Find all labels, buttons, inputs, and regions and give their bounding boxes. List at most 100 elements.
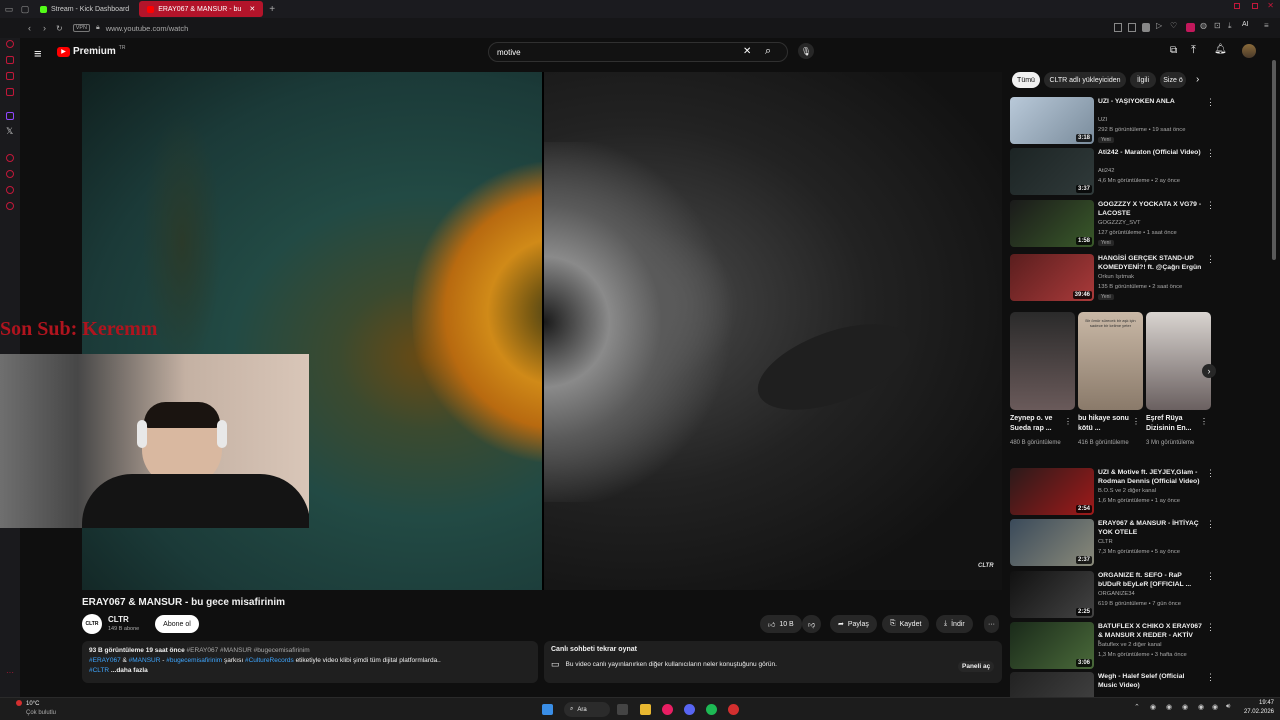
search-box[interactable]: motive ✕ ⌕ <box>488 42 788 62</box>
recommendation-title[interactable]: UZI & Motive ft. JEYJEY,Glam - Rodman De… <box>1098 468 1202 486</box>
short-more-icon[interactable]: ⋮ <box>1132 417 1140 426</box>
task-view-icon[interactable] <box>617 704 628 715</box>
windows-start-icon[interactable] <box>542 704 553 715</box>
whatsapp-sidebar-icon[interactable] <box>6 88 14 96</box>
video-thumbnail[interactable]: 3:06 <box>1010 622 1094 669</box>
recommendation-channel[interactable]: UZI <box>1098 117 1107 123</box>
more-options-icon[interactable]: ⋮ <box>1206 97 1215 108</box>
twitch-sidebar-icon[interactable] <box>6 112 14 120</box>
recommendation-channel[interactable]: Orkun Işıtmak <box>1098 274 1134 280</box>
short-thumbnail[interactable]: Bir ömür sürecek bir aşk için sadece bir… <box>1078 312 1143 410</box>
hashtag-link[interactable]: #MANSUR <box>129 657 161 664</box>
clock-date[interactable]: 27.02.2026 <box>1240 709 1274 715</box>
recommendation-title[interactable]: BATUFLEX X CHIKO X ERAY067 & MANSUR X RE… <box>1098 622 1202 642</box>
video-thumbnail[interactable]: 3:18 <box>1010 97 1094 144</box>
tab-close-icon[interactable]: ✕ <box>249 5 255 13</box>
subscribe-button[interactable]: Abone ol <box>155 615 199 633</box>
history-sidebar-icon[interactable] <box>6 154 14 162</box>
channel-avatar[interactable]: CLTR <box>82 614 102 634</box>
youtube-logo[interactable]: ▶ Premium TR <box>57 45 125 57</box>
recommendation-item[interactable]: 3:06 BATUFLEX X CHIKO X ERAY067 & MANSUR … <box>1010 622 1215 670</box>
recommendation-title[interactable]: ERAY067 & MANSUR - İHTİYAÇ YOK OTELE <box>1098 519 1202 537</box>
more-options-icon[interactable]: ⋮ <box>1206 571 1215 582</box>
recommendation-item[interactable]: 3:18 UZI - YAŞIYOKEN ANLA UZI 292 B görüntü… <box>1010 97 1215 145</box>
recommendation-item[interactable]: 3:37 Ati242 - Maraton (Official Video) Ati… <box>1010 148 1215 196</box>
speaker-icon[interactable]: 🔊︎ <box>1226 703 1230 711</box>
more-options-icon[interactable]: ⋮ <box>1206 622 1215 633</box>
search-input[interactable]: motive <box>497 48 521 57</box>
opera-icon[interactable] <box>6 40 14 48</box>
vpn-badge[interactable]: VPN <box>72 24 91 32</box>
clock-sidebar-icon[interactable] <box>6 170 14 178</box>
clock-time[interactable]: 19:47 <box>1240 700 1274 706</box>
recommendation-title[interactable]: Wegh - Halef Selef (Official Music Video… <box>1098 672 1202 690</box>
messenger-icon[interactable]: ◍ <box>1200 21 1207 30</box>
recommendation-item[interactable]: 1:58 GOGZZZY X YOCKATA X VG79 - LACOSTE GO… <box>1010 200 1215 248</box>
clear-search-icon[interactable]: ✕ <box>743 46 751 57</box>
back-icon[interactable]: ‹ <box>28 23 31 33</box>
recommendation-channel[interactable]: CLTR <box>1098 539 1113 545</box>
recommendation-title[interactable]: UZI - YAŞIYOKEN ANLA <box>1098 97 1202 106</box>
cast-icon[interactable]: ⧉ <box>1170 45 1177 56</box>
dislike-button[interactable]: 👎︎ <box>802 615 822 633</box>
tray-app-icon[interactable]: ◉ <box>1212 703 1218 711</box>
channel-name[interactable]: CLTR <box>108 615 129 624</box>
spotify-taskbar-icon[interactable] <box>706 704 717 715</box>
discord-taskbar-icon[interactable] <box>684 704 695 715</box>
video-thumbnail[interactable]: 2:25 <box>1010 571 1094 618</box>
extension-icon[interactable] <box>1114 23 1122 32</box>
hamburger-menu-icon[interactable]: ≡ <box>34 46 42 61</box>
short-more-icon[interactable]: ⋮ <box>1200 417 1208 426</box>
account-avatar[interactable] <box>1242 44 1256 58</box>
x-sidebar-icon[interactable]: 𝕏 <box>6 126 13 137</box>
upload-icon[interactable]: ⤒ <box>1191 44 1196 57</box>
hashtag-link[interactable]: #CLTR <box>89 667 109 674</box>
short-title[interactable]: Zeynep o. ve Sueda rap ... <box>1010 414 1066 434</box>
share-button[interactable]: ➦ Paylaş <box>830 615 877 633</box>
recommendation-title[interactable]: HANGİSİ GERÇEK STAND-UP KOMEDYENİ?! ft. … <box>1098 254 1202 272</box>
tray-app-icon[interactable]: ◉ <box>1198 703 1204 711</box>
tray-chevron-icon[interactable]: ⌃ <box>1134 703 1140 711</box>
reload-icon[interactable]: ↻ <box>56 24 63 33</box>
tab-kick-dashboard[interactable]: Stream - Kick Dashboard <box>32 1 137 17</box>
short-thumbnail[interactable] <box>1010 312 1075 410</box>
recommendation-channel[interactable]: Ati242 <box>1098 168 1114 174</box>
video-thumbnail[interactable]: 2:54 <box>1010 468 1094 515</box>
menu-icon[interactable]: ≡ <box>1264 21 1269 30</box>
more-options-icon[interactable]: ⋮ <box>1206 254 1215 265</box>
open-panel-button[interactable]: Paneli aç <box>958 661 995 672</box>
more-options-icon[interactable]: ⋮ <box>1206 519 1215 530</box>
download-icon[interactable]: ⤓ <box>1228 21 1232 31</box>
tray-app-icon[interactable]: ◉ <box>1150 703 1156 711</box>
more-actions-button[interactable]: ··· <box>984 615 999 633</box>
aria-icon[interactable] <box>1186 23 1195 32</box>
url-field[interactable]: www.youtube.com/watch <box>106 24 189 33</box>
forward-icon[interactable]: › <box>43 23 46 33</box>
weather-temp[interactable]: 10°C <box>26 701 39 707</box>
chips-next-icon[interactable]: › <box>1196 74 1199 85</box>
extensions-sidebar-icon[interactable] <box>6 186 14 194</box>
more-options-icon[interactable]: ⋮ <box>1206 200 1215 211</box>
show-more-link[interactable]: ...daha fazla <box>109 667 148 674</box>
ai-button[interactable]: AI <box>1242 21 1249 28</box>
short-title[interactable]: bu hikaye sonu kötü ... <box>1078 414 1134 434</box>
minimize-icon[interactable] <box>1234 3 1240 9</box>
new-tab-icon[interactable]: + <box>269 4 275 15</box>
recommendation-channel[interactable]: GOGZZZY_SVT <box>1098 220 1141 226</box>
close-window-icon[interactable]: ✕ <box>1267 1 1274 10</box>
aria-sidebar-icon[interactable] <box>6 56 14 64</box>
save-button[interactable]: ⎘ Kaydet <box>882 615 930 633</box>
opera-gx-taskbar-icon[interactable] <box>662 704 673 715</box>
recommendation-item[interactable]: 39:46 HANGİSİ GERÇEK STAND-UP KOMEDYENİ?!… <box>1010 254 1215 302</box>
voice-search-icon[interactable]: 🎙︎ <box>798 43 814 59</box>
recommendation-channel[interactable]: B.O.S ve 2 diğer kanal <box>1098 488 1156 494</box>
more-options-icon[interactable]: ⋮ <box>1206 148 1215 159</box>
tray-app-icon[interactable]: ◉ <box>1166 703 1172 711</box>
taskbar-search[interactable]: ⌕ Ara <box>564 702 610 717</box>
video-thumbnail[interactable]: 1:58 <box>1010 200 1094 247</box>
heart-icon[interactable]: ♡ <box>1170 21 1177 30</box>
more-options-icon[interactable]: ⋮ <box>1206 468 1215 479</box>
recommendation-item[interactable]: 2:54 UZI & Motive ft. JEYJEY,Glam - Rodma… <box>1010 468 1215 516</box>
short-more-icon[interactable]: ⋮ <box>1064 417 1072 426</box>
hashtag-link[interactable]: #bugecemisafirinim <box>166 657 222 664</box>
